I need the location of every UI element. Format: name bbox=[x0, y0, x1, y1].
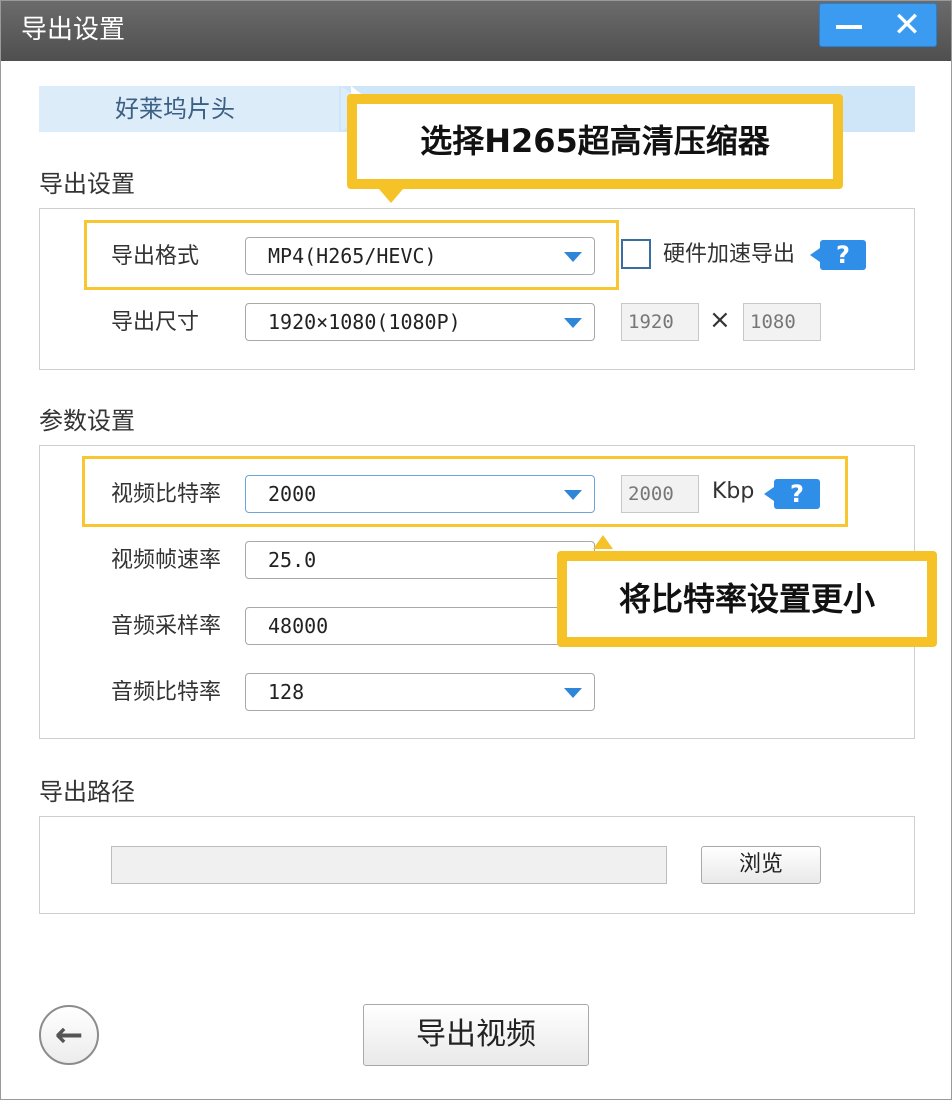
hardware-accel-checkbox[interactable] bbox=[621, 239, 651, 269]
audio-bitrate-select[interactable]: 128 bbox=[245, 673, 595, 711]
section-title-params: 参数设置 bbox=[39, 407, 135, 435]
audio-sample-value: 48000 bbox=[268, 614, 329, 638]
title-bar[interactable]: 导出设置 ✕ bbox=[1, 1, 951, 61]
frame-rate-label: 视频帧速率 bbox=[111, 548, 222, 573]
audio-bitrate-value: 128 bbox=[268, 680, 305, 704]
size-value: 1920×1080(1080P) bbox=[268, 310, 461, 334]
callout-bottom-pointer bbox=[593, 535, 613, 549]
hardware-accel-label: 硬件加速导出 bbox=[663, 242, 796, 267]
chevron-down-icon bbox=[564, 318, 582, 328]
minimize-icon bbox=[836, 25, 862, 29]
callout-top-pointer bbox=[379, 189, 403, 203]
tab-hollywood-intro[interactable]: 好莱坞片头 bbox=[39, 86, 339, 132]
close-button[interactable]: ✕ bbox=[878, 4, 936, 46]
height-input[interactable]: 1080 bbox=[743, 303, 821, 341]
close-icon: ✕ bbox=[892, 5, 922, 45]
export-path-input[interactable] bbox=[111, 846, 667, 884]
back-arrow-icon: ← bbox=[54, 1015, 84, 1055]
audio-sample-label: 音频采样率 bbox=[111, 614, 222, 639]
frame-rate-value: 25.0 bbox=[268, 548, 317, 572]
minimize-button[interactable] bbox=[820, 4, 878, 46]
chevron-down-icon bbox=[564, 688, 582, 698]
export-settings-window: 导出设置 ✕ 好莱坞片头 导出设置 导出格式 MP4(H265/HEVC) 硬件… bbox=[0, 0, 952, 1100]
callout-bottom-text: 将比特率设置更小 bbox=[567, 561, 927, 637]
size-label: 导出尺寸 bbox=[111, 310, 200, 335]
callout-lower-bitrate: 将比特率设置更小 bbox=[557, 551, 937, 647]
size-times: × bbox=[709, 305, 731, 335]
browse-button[interactable]: 浏览 bbox=[701, 846, 821, 884]
format-highlight bbox=[84, 220, 619, 290]
window-title: 导出设置 bbox=[21, 15, 126, 45]
audio-bitrate-label: 音频比特率 bbox=[111, 680, 222, 705]
width-input[interactable]: 1920 bbox=[621, 303, 699, 341]
callout-top-text: 选择H265超高清压缩器 bbox=[357, 104, 833, 179]
section-title-export: 导出设置 bbox=[39, 170, 135, 198]
callout-select-h265: 选择H265超高清压缩器 bbox=[347, 94, 843, 189]
audio-sample-select[interactable]: 48000 bbox=[245, 607, 595, 645]
bitrate-highlight bbox=[82, 456, 848, 527]
window-controls: ✕ bbox=[819, 3, 937, 47]
size-select[interactable]: 1920×1080(1080P) bbox=[245, 303, 595, 341]
frame-rate-select[interactable]: 25.0 bbox=[245, 541, 595, 579]
help-icon-hardware[interactable]: ? bbox=[810, 240, 866, 270]
back-button[interactable]: ← bbox=[39, 1005, 99, 1065]
section-title-path: 导出路径 bbox=[39, 778, 135, 806]
export-video-button[interactable]: 导出视频 bbox=[363, 1004, 589, 1066]
